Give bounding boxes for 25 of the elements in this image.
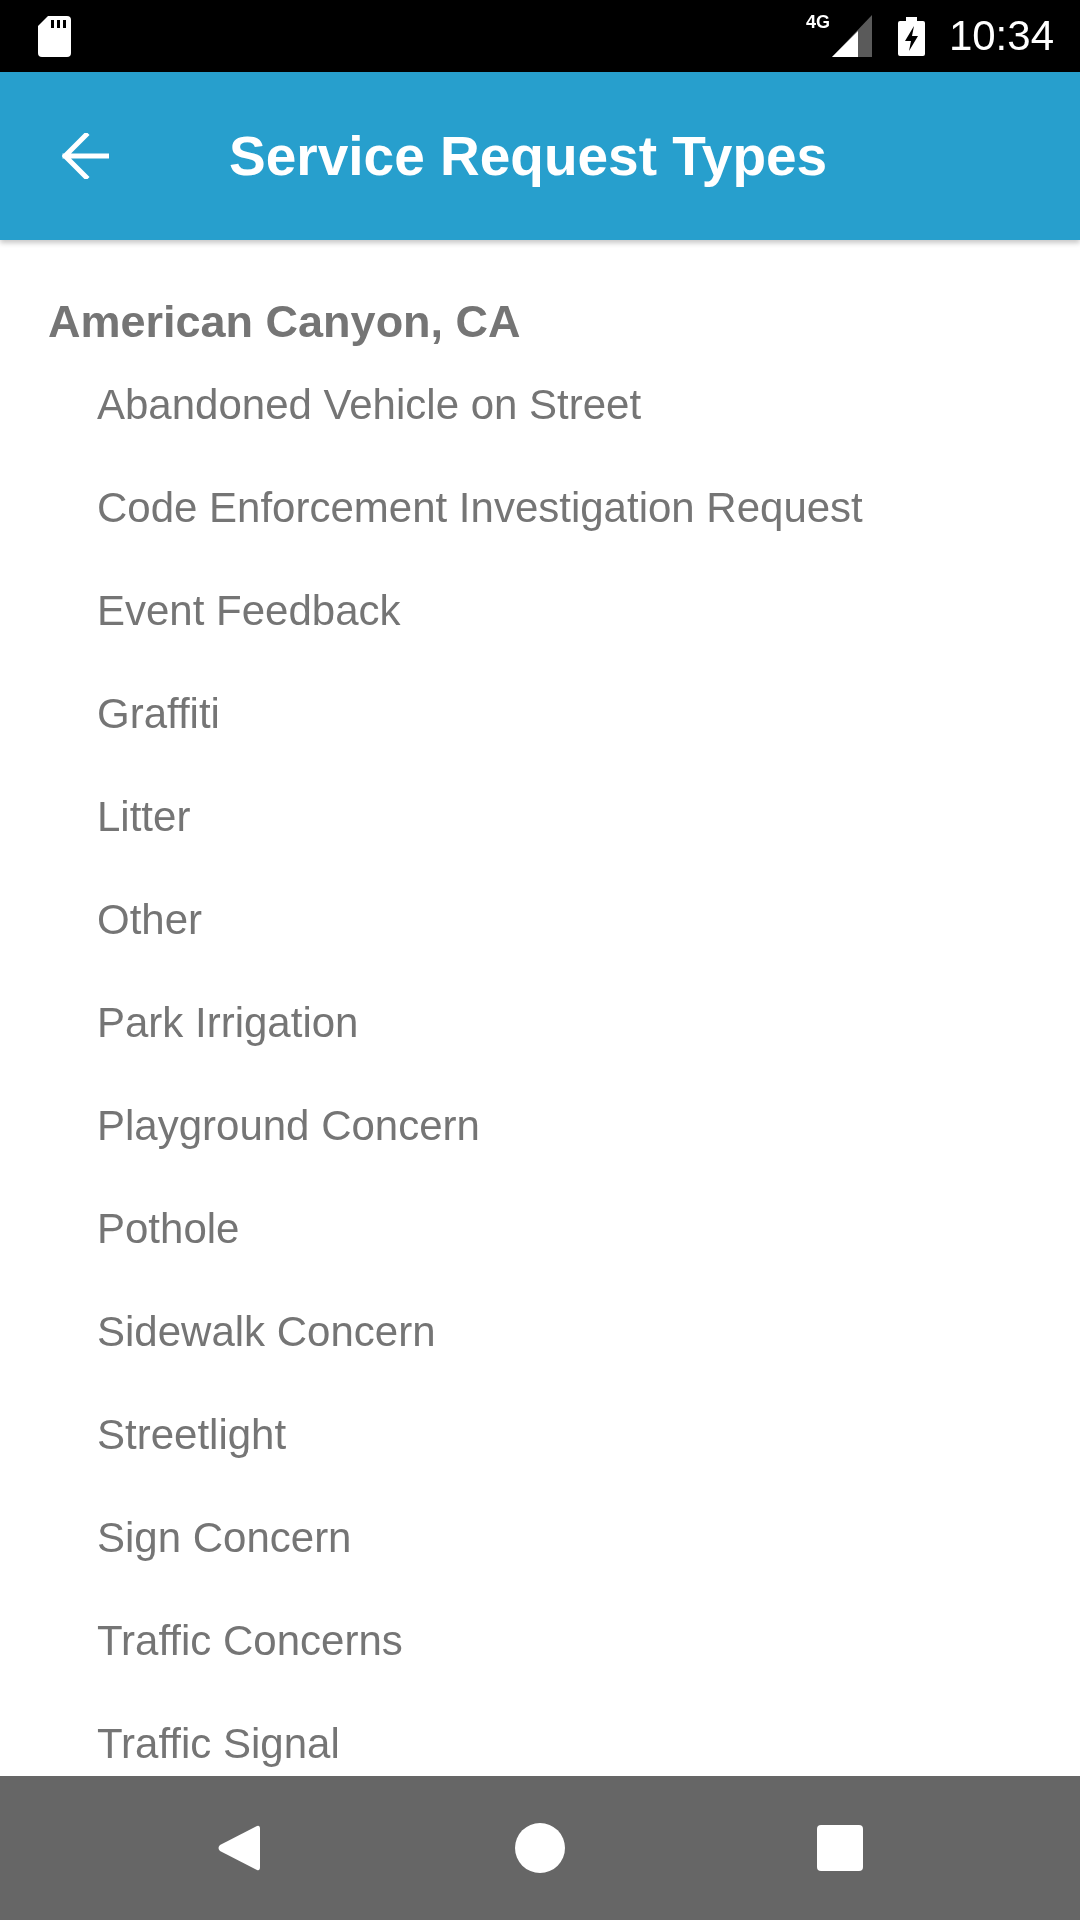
request-type-item[interactable]: Graffiti bbox=[0, 662, 1080, 765]
section-header: American Canyon, CA bbox=[48, 295, 521, 349]
screen-title: Service Request Types bbox=[229, 124, 828, 188]
request-type-item[interactable]: Sign Concern bbox=[0, 1486, 1080, 1589]
request-type-item[interactable]: Abandoned Vehicle on Street bbox=[0, 353, 1080, 456]
request-type-item[interactable]: Pothole bbox=[0, 1177, 1080, 1280]
signal-icon bbox=[831, 15, 872, 57]
request-type-item[interactable]: Traffic Signal bbox=[0, 1692, 1080, 1776]
network-type-label: 4G bbox=[805, 13, 830, 31]
request-type-item[interactable]: Playground Concern bbox=[0, 1074, 1080, 1177]
back-triangle-icon bbox=[216, 1824, 260, 1872]
request-type-item[interactable]: Park Irrigation bbox=[0, 971, 1080, 1074]
request-type-item[interactable]: Code Enforcement Investigation Request bbox=[0, 456, 1080, 559]
battery-charging-icon bbox=[897, 16, 925, 56]
request-type-item[interactable]: Streetlight bbox=[0, 1383, 1080, 1486]
request-type-item[interactable]: Traffic Concerns bbox=[0, 1589, 1080, 1692]
request-type-item[interactable]: Litter bbox=[0, 765, 1080, 868]
recents-square-icon bbox=[817, 1825, 863, 1871]
back-arrow-icon bbox=[61, 133, 109, 179]
request-type-item[interactable]: Event Feedback bbox=[0, 559, 1080, 662]
sd-card-icon bbox=[38, 15, 71, 57]
home-circle-icon bbox=[515, 1823, 565, 1873]
clock-time: 10:34 bbox=[948, 12, 1054, 60]
request-type-item[interactable]: Other bbox=[0, 868, 1080, 971]
request-type-item[interactable]: Sidewalk Concern bbox=[0, 1280, 1080, 1383]
